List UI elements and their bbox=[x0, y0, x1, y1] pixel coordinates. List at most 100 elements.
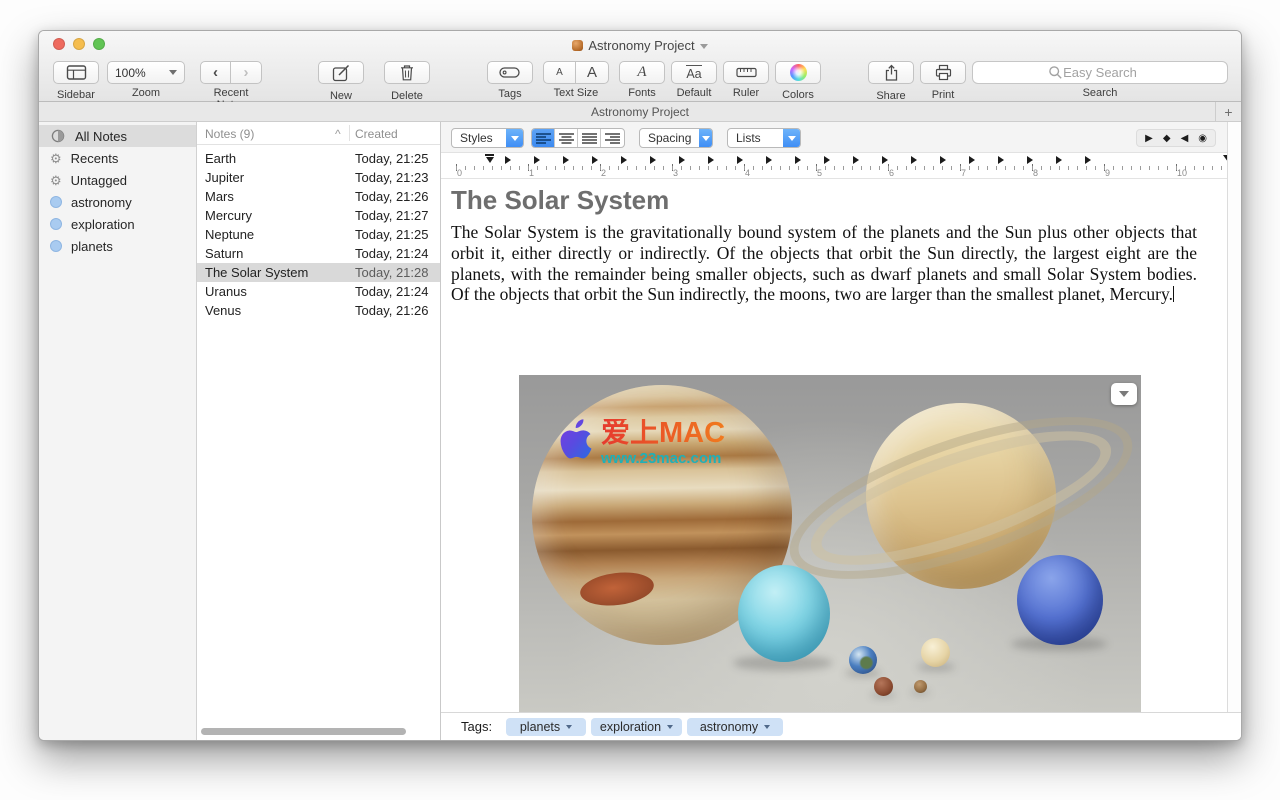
colors-button[interactable] bbox=[775, 61, 821, 84]
ruler-number: 10 bbox=[1177, 168, 1188, 178]
align-right-icon bbox=[605, 132, 620, 144]
sidebar-item-planets[interactable]: planets bbox=[39, 235, 196, 257]
spacing-dropdown[interactable]: Spacing bbox=[639, 128, 713, 148]
large-a-icon: A bbox=[586, 64, 597, 81]
sort-ascending-icon[interactable]: ^ bbox=[335, 127, 341, 141]
share-button[interactable] bbox=[868, 61, 914, 84]
note-body[interactable]: The Solar System is the gravitationally … bbox=[451, 222, 1197, 305]
forward-button[interactable]: › bbox=[231, 61, 262, 84]
lists-dropdown[interactable]: Lists bbox=[727, 128, 801, 148]
ruler-button[interactable] bbox=[723, 61, 769, 84]
left-tab-stop-icon[interactable]: ▶ bbox=[1145, 133, 1153, 144]
italic-a-icon: A bbox=[637, 64, 647, 80]
toolbar-group-default: Aa Default bbox=[671, 61, 717, 99]
indent-marker[interactable] bbox=[485, 154, 494, 163]
note-title: Uranus bbox=[205, 284, 247, 299]
sidebar-toggle-button[interactable] bbox=[53, 61, 99, 84]
toolbar-group-text-size: A A Text Size bbox=[543, 61, 609, 99]
styles-dropdown[interactable]: Styles bbox=[451, 128, 524, 148]
tab-bar: Astronomy Project + bbox=[39, 102, 1241, 122]
note-row-neptune[interactable]: Neptune Today, 21:25 bbox=[197, 225, 440, 244]
decimal-tab-stop-icon[interactable]: ◉ bbox=[1198, 133, 1207, 144]
tag-name: exploration bbox=[599, 720, 662, 734]
ruler-number: 2 bbox=[601, 168, 607, 178]
note-row-the-solar-system[interactable]: The Solar System Today, 21:28 bbox=[197, 263, 440, 282]
zoom-label: Zoom bbox=[131, 87, 161, 99]
align-justify-button[interactable] bbox=[578, 129, 601, 147]
back-button[interactable]: ‹ bbox=[200, 61, 231, 84]
text-size-large-button[interactable]: A bbox=[576, 61, 609, 84]
add-tab-button[interactable]: + bbox=[1215, 102, 1241, 121]
alignment-segmented-control bbox=[531, 128, 625, 148]
horizontal-scrollbar[interactable] bbox=[201, 728, 406, 735]
note-document[interactable]: The Solar System The Solar System is the… bbox=[441, 179, 1227, 724]
sidebar-item-label: All Notes bbox=[75, 128, 128, 144]
zoom-select[interactable]: 100% bbox=[107, 61, 185, 84]
sidebar-item-label: astronomy bbox=[71, 194, 132, 210]
note-row-venus[interactable]: Venus Today, 21:26 bbox=[197, 301, 440, 320]
note-row-mercury[interactable]: Mercury Today, 21:27 bbox=[197, 206, 440, 225]
ruler-number: 4 bbox=[745, 168, 751, 178]
share-label: Share bbox=[876, 89, 906, 102]
toolbar-group-tags: Tags bbox=[487, 61, 533, 100]
note-row-mars[interactable]: Mars Today, 21:26 bbox=[197, 187, 440, 206]
document-icon bbox=[572, 39, 584, 51]
align-center-icon bbox=[558, 132, 574, 144]
note-row-earth[interactable]: Earth Today, 21:25 bbox=[197, 149, 440, 168]
note-row-uranus[interactable]: Uranus Today, 21:24 bbox=[197, 282, 440, 301]
fonts-button[interactable]: A bbox=[619, 61, 665, 84]
print-label: Print bbox=[931, 89, 955, 101]
note-row-jupiter[interactable]: Jupiter Today, 21:23 bbox=[197, 168, 440, 187]
align-right-button[interactable] bbox=[601, 129, 624, 147]
column-divider[interactable] bbox=[349, 125, 350, 141]
tag-pill-astronomy[interactable]: astronomy bbox=[687, 718, 783, 736]
search-icon bbox=[1049, 66, 1062, 79]
tag-circle-icon bbox=[50, 218, 62, 230]
align-center-button[interactable] bbox=[555, 129, 578, 147]
print-button[interactable] bbox=[920, 61, 966, 84]
sidebar-item-label: planets bbox=[71, 238, 113, 254]
tag-pill-exploration[interactable]: exploration bbox=[591, 718, 682, 736]
sidebar: All Notes ⚙ Recents ⚙ Untagged astronomy… bbox=[39, 122, 197, 740]
note-created: Today, 21:26 bbox=[355, 189, 429, 204]
tag-pill-planets[interactable]: planets bbox=[506, 718, 586, 736]
text-size-small-button[interactable]: A bbox=[543, 61, 576, 84]
note-created: Today, 21:27 bbox=[355, 208, 429, 223]
align-left-button[interactable] bbox=[532, 129, 555, 147]
note-created: Today, 21:26 bbox=[355, 303, 429, 318]
planet-mercury bbox=[914, 680, 927, 693]
sidebar-item-all-notes[interactable]: All Notes bbox=[39, 125, 196, 147]
search-input[interactable] bbox=[972, 61, 1228, 84]
tags-button[interactable] bbox=[487, 61, 533, 84]
color-wheel-icon bbox=[789, 64, 807, 81]
created-column-header[interactable]: Created bbox=[355, 127, 398, 141]
ruler-number: 1 bbox=[529, 168, 535, 178]
note-row-saturn[interactable]: Saturn Today, 21:24 bbox=[197, 244, 440, 263]
image-options-button[interactable] bbox=[1111, 383, 1137, 405]
default-style-button[interactable]: Aa bbox=[671, 61, 717, 84]
notes-list: Notes (9) ^ Created Earth Today, 21:25 J… bbox=[197, 122, 441, 740]
delete-note-button[interactable] bbox=[384, 61, 430, 84]
tag-icon bbox=[499, 67, 520, 78]
solar-system-image[interactable]: 爱上MAC www.23mac.com bbox=[519, 375, 1141, 724]
sidebar-item-astronomy[interactable]: astronomy bbox=[39, 191, 196, 213]
watermark-url: www.23mac.com bbox=[601, 450, 722, 467]
note-title: Venus bbox=[205, 303, 242, 318]
new-note-button[interactable] bbox=[318, 61, 364, 84]
gear-icon: ⚙ bbox=[50, 172, 62, 188]
spacing-dropdown-label: Spacing bbox=[648, 131, 692, 145]
title-chevron-down-icon[interactable] bbox=[699, 43, 708, 49]
vertical-scrollbar-track[interactable] bbox=[1227, 122, 1241, 714]
ruler-bar[interactable]: 0 1 2 3 4 5 6 7 8 9 10 bbox=[441, 153, 1233, 179]
note-created: Today, 21:24 bbox=[355, 284, 429, 299]
sidebar-item-exploration[interactable]: exploration bbox=[39, 213, 196, 235]
sidebar-item-untagged[interactable]: ⚙ Untagged bbox=[39, 169, 196, 191]
notes-count-header[interactable]: Notes (9) bbox=[205, 127, 254, 141]
tab-astronomy-project[interactable]: Astronomy Project bbox=[591, 105, 689, 119]
sidebar-item-recents[interactable]: ⚙ Recents bbox=[39, 147, 196, 169]
sidebar-icon bbox=[66, 65, 86, 80]
notes-list-header[interactable]: Notes (9) ^ Created bbox=[197, 122, 440, 145]
right-tab-stop-icon[interactable]: ◀ bbox=[1181, 133, 1189, 144]
center-tab-stop-icon[interactable]: ◆ bbox=[1163, 133, 1171, 144]
styles-chevron-down-icon bbox=[506, 129, 523, 147]
